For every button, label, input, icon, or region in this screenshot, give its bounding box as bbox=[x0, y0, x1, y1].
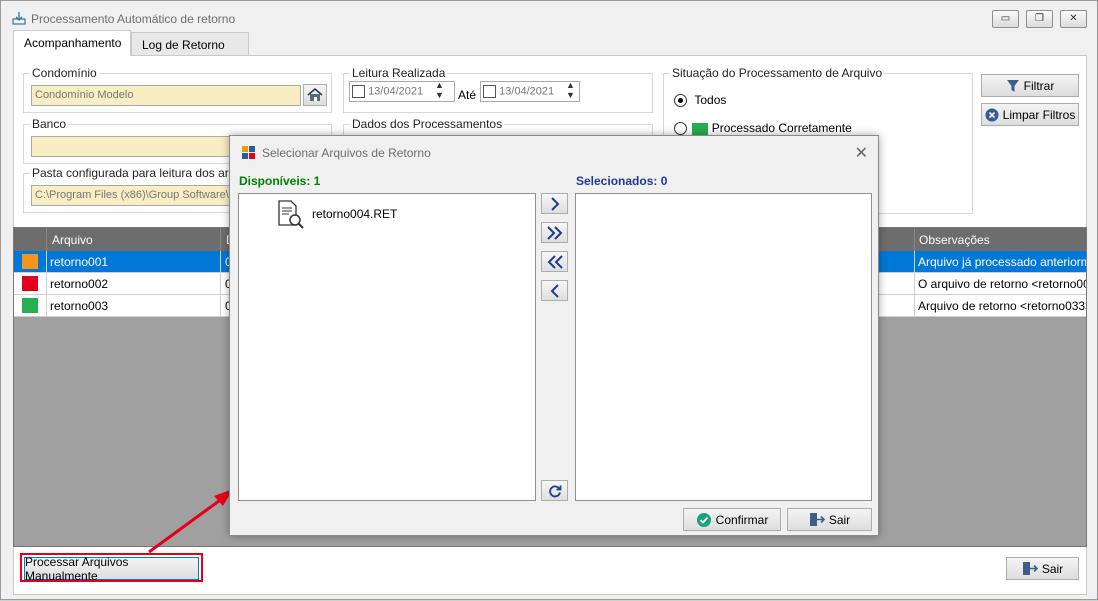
list-item[interactable]: retorno004.RET bbox=[276, 199, 397, 229]
file-search-icon bbox=[278, 200, 304, 229]
refresh-button[interactable] bbox=[541, 480, 568, 501]
check-circle-icon bbox=[696, 512, 711, 527]
dialog-sair-label: Sair bbox=[828, 512, 851, 527]
select-files-dialog: Selecionar Arquivos de Retorno ✕ Disponí… bbox=[229, 135, 879, 536]
exit-door-icon bbox=[809, 513, 825, 526]
selected-files-list[interactable] bbox=[575, 193, 872, 501]
confirmar-button[interactable]: Confirmar bbox=[683, 508, 781, 531]
selecionados-label: Selecionados: 0 bbox=[576, 174, 668, 188]
chevron-left-icon bbox=[550, 283, 559, 298]
tab-acompanhamento[interactable]: Acompanhamento bbox=[13, 30, 131, 56]
refresh-icon bbox=[548, 485, 561, 497]
dialog-app-icon bbox=[242, 146, 255, 159]
move-one-right-button[interactable] bbox=[541, 193, 568, 214]
move-one-left-button[interactable] bbox=[541, 280, 568, 301]
chevron-right-icon bbox=[550, 196, 559, 211]
file-name: retorno004.RET bbox=[312, 207, 398, 221]
tab-label: Acompanhamento bbox=[24, 36, 122, 50]
main-window: Processamento Automático de retorno ▭ ❐ … bbox=[0, 0, 1098, 600]
double-chevron-left-icon bbox=[547, 254, 563, 269]
dialog-title: Selecionar Arquivos de Retorno bbox=[262, 146, 431, 160]
available-files-list[interactable]: retorno004.RET bbox=[238, 193, 536, 501]
move-all-right-button[interactable] bbox=[541, 222, 568, 243]
disponiveis-label: Disponíveis: 1 bbox=[239, 174, 321, 188]
dialog-close-icon[interactable]: ✕ bbox=[855, 143, 868, 163]
dialog-sair-button[interactable]: Sair bbox=[787, 508, 872, 531]
double-chevron-right-icon bbox=[546, 225, 562, 240]
confirmar-label: Confirmar bbox=[715, 512, 769, 527]
move-all-left-button[interactable] bbox=[541, 251, 568, 272]
